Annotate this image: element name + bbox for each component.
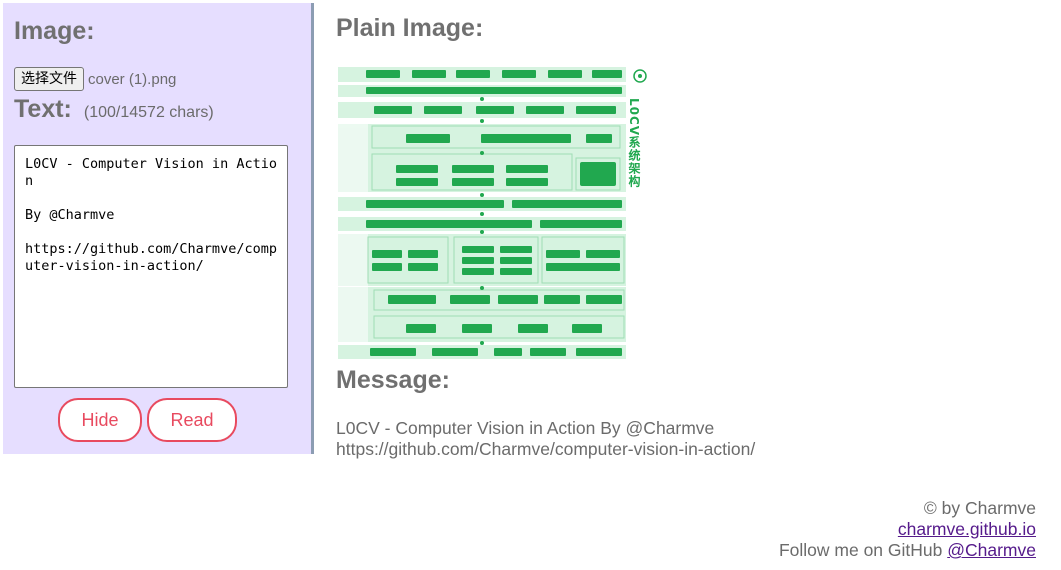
diagram-title-text: L0CV系统架构 (627, 98, 641, 188)
follow-row: Follow me on GitHub @Charmve (779, 540, 1036, 561)
message-line-2: https://github.com/Charmve/computer-visi… (336, 439, 756, 459)
message-textarea[interactable]: L0CV - Computer Vision in Action By @Cha… (14, 145, 288, 388)
sidebar-panel: Image: 选择文件 cover (1).png Text: (100/145… (3, 3, 314, 454)
text-header: Text: (100/14572 chars) (14, 95, 214, 124)
footer: © by Charmve charmve.github.io Follow me… (779, 498, 1036, 561)
message-line-1: L0CV - Computer Vision in Action By @Cha… (336, 418, 715, 438)
copyright-text: © by Charmve (923, 498, 1036, 518)
follow-text: Follow me on GitHub (778, 540, 948, 560)
selected-file-name: cover (1).png (88, 70, 177, 88)
hide-button[interactable]: Hide (58, 398, 142, 442)
char-count: (100/14572 chars) (83, 104, 214, 121)
text-heading: Text: (14, 95, 72, 123)
image-heading: Image: (14, 17, 95, 45)
plain-image: L0CV系统架构 (336, 64, 654, 360)
choose-file-button[interactable]: 选择文件 (14, 67, 84, 91)
site-link[interactable]: charmve.github.io (898, 519, 1036, 539)
logo-icon (633, 69, 647, 83)
file-picker: 选择文件 cover (1).png (14, 67, 176, 91)
message-heading: Message: (336, 366, 450, 394)
github-link[interactable]: @Charmve (947, 540, 1036, 560)
architecture-diagram-image: L0CV系统架构 (336, 64, 647, 360)
decoded-message: L0CV - Computer Vision in Action By @Cha… (336, 418, 1036, 460)
plain-image-heading: Plain Image: (336, 14, 484, 42)
read-button[interactable]: Read (147, 398, 237, 442)
